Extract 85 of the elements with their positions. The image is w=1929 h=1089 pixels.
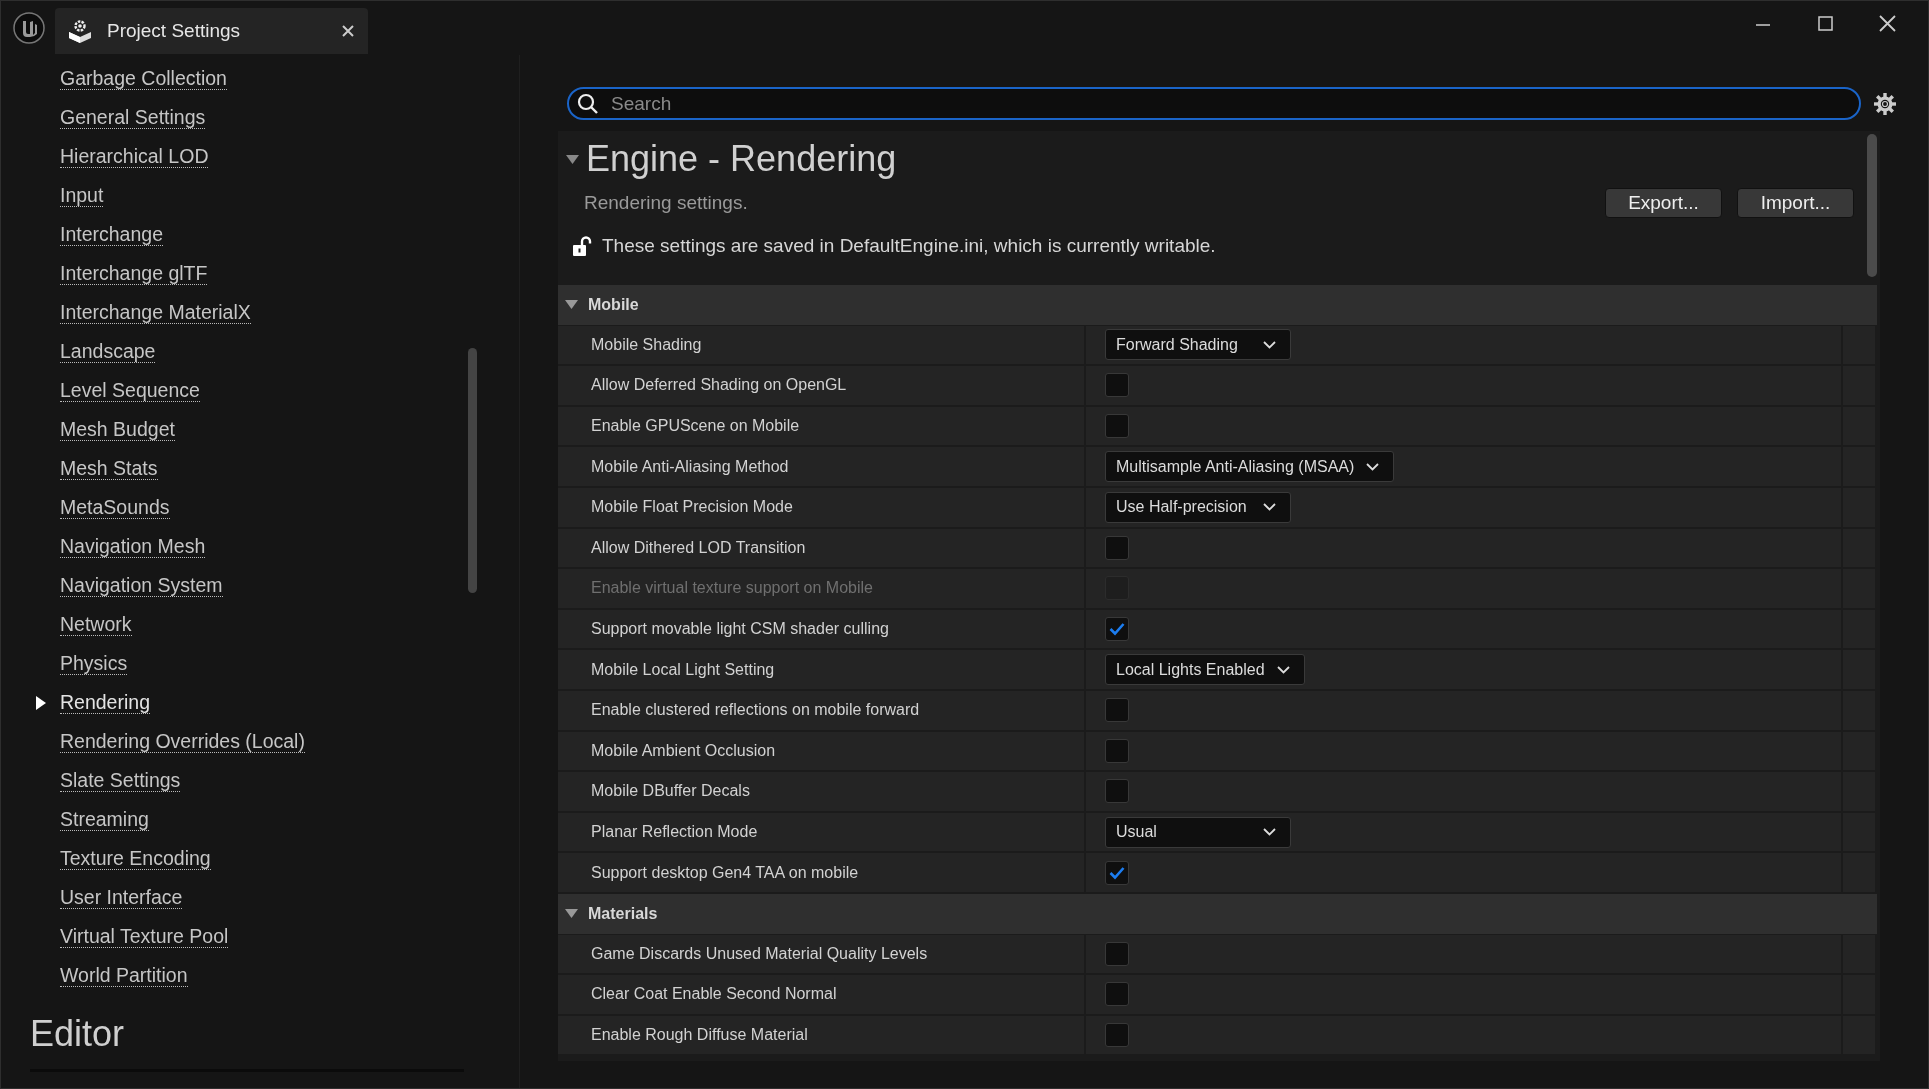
dropdown[interactable]: Use Half-precision [1105, 491, 1291, 523]
checkbox[interactable] [1105, 414, 1129, 439]
checkbox[interactable] [1105, 860, 1129, 885]
export-button[interactable]: Export... [1605, 188, 1722, 218]
property-label: Enable virtual texture support on Mobile [558, 569, 1086, 608]
scrollbar-thumb[interactable] [1867, 134, 1877, 277]
sidebar-link[interactable]: Interchange glTF [60, 262, 208, 285]
sidebar-link[interactable]: Input [60, 184, 104, 207]
checkbox[interactable] [1105, 373, 1129, 398]
sidebar-link[interactable]: Interchange MaterialX [60, 301, 251, 324]
checkbox[interactable] [1105, 738, 1129, 763]
sidebar-link[interactable]: Interchange [60, 223, 163, 246]
sidebar-link[interactable]: General Settings [60, 106, 206, 129]
chevron-down-icon [1366, 462, 1380, 471]
checkbox[interactable] [1105, 941, 1129, 966]
maximize-icon [1818, 16, 1833, 31]
sidebar-link[interactable]: Navigation System [60, 574, 223, 597]
settings-cube-icon [67, 18, 93, 44]
checkbox[interactable] [1105, 535, 1129, 560]
section-title: Engine - Rendering [586, 138, 897, 180]
scrollbar-thumb[interactable] [468, 348, 477, 593]
sidebar-link[interactable]: Garbage Collection [60, 67, 227, 90]
chevron-down-icon [1263, 828, 1276, 836]
import-button[interactable]: Import... [1737, 188, 1854, 218]
dropdown[interactable]: Usual [1105, 816, 1291, 848]
sidebar-link[interactable]: Virtual Texture Pool [60, 925, 229, 948]
checkbox[interactable] [1105, 1023, 1129, 1047]
checkmark-icon [1109, 865, 1125, 880]
sidebar-link[interactable]: World Partition [60, 964, 188, 987]
sidebar-link[interactable]: Physics [60, 652, 128, 675]
checkbox[interactable] [1105, 982, 1129, 1007]
property-label: Enable Rough Diffuse Material [558, 1015, 1086, 1055]
property-label: Mobile DBuffer Decals [558, 772, 1086, 811]
property-label: Planar Reflection Mode [558, 812, 1086, 852]
property-label: Mobile Ambient Occlusion [558, 731, 1086, 771]
checkbox[interactable] [1105, 698, 1129, 723]
property-label: Mobile Shading [558, 325, 1086, 365]
sidebar-link[interactable]: Hierarchical LOD [60, 145, 209, 168]
section-description: Rendering settings. [584, 192, 748, 214]
sidebar-link[interactable]: Mesh Budget [60, 418, 175, 441]
sidebar-link[interactable]: MetaSounds [60, 496, 170, 519]
sidebar-link[interactable]: Mesh Stats [60, 457, 158, 480]
sidebar-link[interactable]: Level Sequence [60, 379, 200, 402]
close-tab-icon[interactable] [342, 25, 354, 37]
property-label: Mobile Float Precision Mode [558, 487, 1086, 527]
settings-icon[interactable] [1873, 91, 1897, 116]
property-label: Mobile Anti-Aliasing Method [558, 447, 1086, 486]
sidebar-link[interactable]: Rendering [60, 691, 150, 714]
chevron-down-icon [1263, 503, 1276, 512]
sidebar-link[interactable]: Slate Settings [60, 769, 181, 792]
collapse-arrow-icon[interactable] [566, 154, 579, 164]
dropdown[interactable]: Multisample Anti-Aliasing (MSAA) [1105, 451, 1395, 483]
sidebar-link[interactable]: Network [60, 613, 132, 636]
property-label: Allow Deferred Shading on OpenGL [558, 366, 1086, 405]
category-header[interactable]: Materials [558, 893, 1877, 935]
checkbox[interactable] [1105, 617, 1129, 642]
property-label: Game Discards Unused Material Quality Levels [558, 934, 1086, 974]
chevron-down-icon [1276, 665, 1290, 674]
sidebar-link[interactable]: Landscape [60, 340, 156, 363]
checkmark-icon [1109, 622, 1125, 637]
property-label: Clear Coat Enable Second Normal [558, 975, 1086, 1014]
minimize-icon [1755, 24, 1771, 26]
search-field[interactable]: Search [567, 87, 1861, 120]
property-label: Support movable light CSM shader culling [558, 609, 1086, 649]
unlocked-padlock-icon [572, 235, 592, 257]
config-note: These settings are saved in DefaultEngine.ini, which is currently writable. [602, 235, 1216, 257]
section-heading: Editor [30, 1013, 126, 1055]
sidebar-link[interactable]: Streaming [60, 808, 149, 831]
dropdown[interactable]: Local Lights Enabled [1105, 654, 1305, 686]
sidebar-link[interactable]: Navigation Mesh [60, 535, 206, 558]
engine-logo-icon[interactable] [13, 12, 45, 44]
chevron-down-icon [1263, 340, 1276, 349]
property-label: Mobile Local Light Setting [558, 650, 1086, 689]
sidebar-link[interactable]: User Interface [60, 886, 183, 909]
property-label: Support desktop Gen4 TAA on mobile [558, 853, 1086, 892]
category-header[interactable]: Mobile [558, 285, 1877, 326]
project-settings-tab[interactable]: Project Settings [55, 8, 368, 54]
sidebar-link[interactable]: Rendering Overrides (Local) [60, 730, 305, 753]
property-label: Enable clustered reflections on mobile forward [558, 690, 1086, 730]
property-label: Allow Dithered LOD Transition [558, 528, 1086, 568]
close-icon [1879, 15, 1896, 32]
sidebar-link[interactable]: Texture Encoding [60, 847, 211, 870]
checkbox[interactable] [1105, 779, 1129, 804]
property-label: Enable GPUScene on Mobile [558, 406, 1086, 446]
dropdown[interactable]: Forward Shading [1105, 329, 1291, 361]
